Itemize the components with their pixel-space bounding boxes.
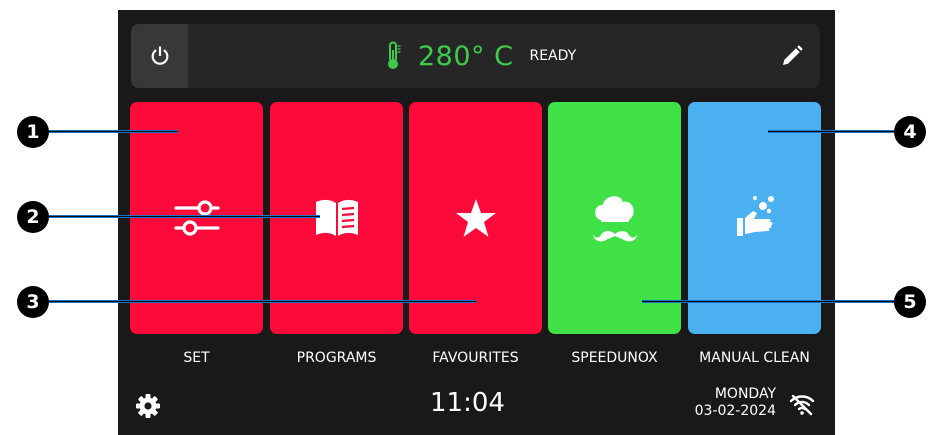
chef-hat-icon bbox=[592, 196, 637, 242]
tile-label-set: SET bbox=[183, 350, 210, 366]
sliders-icon bbox=[173, 200, 220, 236]
star-icon bbox=[455, 199, 496, 237]
edit-button[interactable] bbox=[780, 44, 804, 68]
clock-time: 11:04 bbox=[430, 388, 505, 418]
callout-line-5 bbox=[642, 300, 910, 303]
temperature-value: 280° C bbox=[418, 40, 514, 72]
callout-badge-4: 4 bbox=[894, 116, 926, 148]
gear-icon bbox=[136, 394, 160, 418]
power-icon bbox=[151, 46, 168, 65]
callout-line-2 bbox=[48, 215, 320, 218]
day-text: MONDAY bbox=[714, 386, 776, 402]
callout-badge-5: 5 bbox=[894, 286, 926, 318]
callout-line-3 bbox=[48, 300, 476, 303]
wifi-status[interactable] bbox=[789, 394, 815, 420]
tile-label-favourites: FAVOURITES bbox=[432, 350, 519, 366]
temperature-display: 280° C READY bbox=[386, 24, 576, 88]
thermometer-icon bbox=[388, 41, 401, 69]
tile-label-speedunox: SPEEDUNOX bbox=[571, 350, 658, 366]
hand-wash-icon bbox=[736, 196, 774, 236]
callout-line-4 bbox=[768, 130, 908, 133]
pencil-icon bbox=[783, 45, 803, 65]
date-display: MONDAY 03-02-2024 bbox=[686, 386, 776, 420]
wifi-off-icon bbox=[789, 394, 815, 416]
status-text: READY bbox=[529, 48, 577, 64]
callout-badge-3: 3 bbox=[17, 286, 49, 318]
power-button[interactable] bbox=[131, 24, 188, 88]
callout-line-1 bbox=[48, 130, 178, 133]
book-icon bbox=[315, 199, 358, 236]
callout-badge-1: 1 bbox=[17, 116, 49, 148]
tile-label-manual-clean: MANUAL CLEAN bbox=[699, 350, 810, 366]
callout-badge-2: 2 bbox=[17, 201, 49, 233]
tile-label-programs: PROGRAMS bbox=[296, 350, 377, 366]
status-bar: 280° C READY bbox=[131, 24, 820, 88]
oven-screen: 280° C READY SET PROGRAMS FAVOURITES SPE… bbox=[118, 10, 835, 435]
settings-button[interactable] bbox=[135, 393, 161, 423]
date-text: 03-02-2024 bbox=[694, 403, 776, 419]
